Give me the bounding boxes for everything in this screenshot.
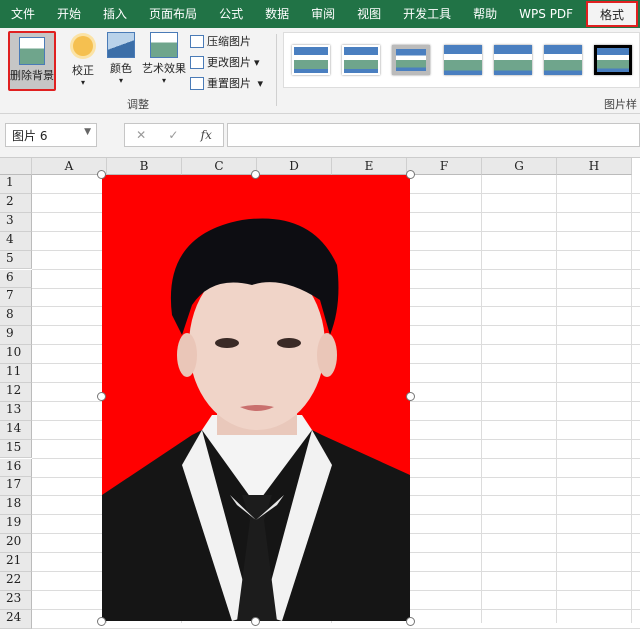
tab-9[interactable]: 帮助 — [462, 0, 508, 28]
formula-buttons: ✕ ✓ fx — [124, 123, 224, 147]
portrait-photo — [102, 175, 410, 621]
divider — [276, 34, 277, 106]
row-header-16[interactable]: 16 — [0, 458, 32, 478]
row-header-24[interactable]: 24 — [0, 609, 32, 629]
color-icon — [107, 32, 135, 58]
adjust-group-label: 调整 — [127, 98, 149, 111]
tab-7[interactable]: 视图 — [346, 0, 392, 28]
resize-handle[interactable] — [406, 392, 415, 401]
row-header-12[interactable]: 12 — [0, 382, 32, 402]
picture-style-5[interactable] — [494, 45, 532, 75]
remove-background-button[interactable]: 删除背景 — [8, 31, 56, 91]
artistic-effects-label: 艺术效果 — [142, 62, 186, 75]
tab-0[interactable]: 文件 — [0, 0, 46, 28]
artistic-effects-button[interactable]: 艺术效果 ▾ — [138, 32, 190, 85]
gridline — [556, 175, 557, 623]
sun-icon — [73, 36, 93, 56]
compress-icon — [190, 34, 204, 48]
remove-background-icon — [19, 37, 45, 65]
name-box[interactable]: 图片 6 ▼ — [5, 123, 97, 147]
reset-picture-icon — [190, 76, 204, 90]
change-label: 更改图片 — [207, 56, 251, 69]
tab-8[interactable]: 开发工具 — [392, 0, 462, 28]
resize-handle[interactable] — [406, 617, 415, 626]
gridline — [631, 175, 632, 623]
remove-background-label: 删除背景 — [10, 69, 54, 82]
formula-input[interactable] — [227, 123, 640, 147]
picture-styles-gallery — [283, 32, 640, 88]
row-header-3[interactable]: 3 — [0, 212, 32, 232]
row-header-10[interactable]: 10 — [0, 345, 32, 364]
row-header-7[interactable]: 7 — [0, 288, 32, 308]
row-header-4[interactable]: 4 — [0, 231, 32, 251]
gridline — [481, 175, 482, 623]
tab-10[interactable]: WPS PDF — [508, 0, 584, 28]
picture-style-2[interactable] — [342, 45, 380, 75]
tab-5[interactable]: 数据 — [254, 0, 300, 28]
ribbon-tabs: 文件 开始 插入 页面布局 公式 数据 审阅 视图 开发工具 帮助 WPS PDF 格式 — [0, 0, 640, 28]
tab-1[interactable]: 开始 — [46, 0, 92, 28]
row-header-19[interactable]: 19 — [0, 515, 32, 535]
resize-handle[interactable] — [97, 170, 106, 179]
resize-handle[interactable] — [251, 170, 260, 179]
column-header-E[interactable]: E — [332, 158, 407, 175]
row-header-8[interactable]: 8 — [0, 307, 32, 327]
tab-6[interactable]: 审阅 — [300, 0, 346, 28]
artistic-effects-icon — [150, 32, 178, 58]
resize-handle[interactable] — [251, 617, 260, 626]
tab-4[interactable]: 公式 — [208, 0, 254, 28]
column-header-B[interactable]: B — [107, 158, 182, 175]
column-header-A[interactable]: A — [32, 158, 107, 175]
picture-style-1[interactable] — [292, 45, 330, 75]
row-header-11[interactable]: 11 — [0, 364, 32, 383]
row-header-2[interactable]: 2 — [0, 193, 32, 213]
row-header-14[interactable]: 14 — [0, 420, 32, 440]
row-header-15[interactable]: 15 — [0, 439, 32, 459]
resize-handle[interactable] — [97, 392, 106, 401]
row-header-23[interactable]: 23 — [0, 590, 32, 610]
row-header-5[interactable]: 5 — [0, 250, 32, 270]
row-header-22[interactable]: 22 — [0, 571, 32, 591]
picture-style-6[interactable] — [544, 45, 582, 75]
correct-label: 校正 — [72, 64, 94, 77]
row-header-17[interactable]: 17 — [0, 477, 32, 497]
tab-2[interactable]: 插入 — [92, 0, 138, 28]
reset-picture-button[interactable]: 重置图片 ▾ — [190, 75, 263, 91]
row-header-18[interactable]: 18 — [0, 496, 32, 516]
column-header-G[interactable]: G — [482, 158, 557, 175]
formula-bar: 图片 6 ▼ ✕ ✓ fx — [0, 114, 640, 158]
color-label: 颜色 — [110, 62, 132, 75]
row-header-13[interactable]: 13 — [0, 401, 32, 421]
row-header-21[interactable]: 21 — [0, 553, 32, 572]
confirm-icon[interactable]: ✓ — [168, 128, 178, 142]
row-header-9[interactable]: 9 — [0, 326, 32, 346]
change-picture-button[interactable]: 更改图片 ▾ — [190, 54, 260, 70]
row-header-6[interactable]: 6 — [0, 269, 32, 289]
row-header-20[interactable]: 20 — [0, 534, 32, 553]
change-picture-icon — [190, 55, 204, 69]
picture-style-4[interactable] — [444, 45, 482, 75]
compress-pictures-button[interactable]: 压缩图片 — [190, 33, 251, 49]
tab-3[interactable]: 页面布局 — [138, 0, 208, 28]
cancel-icon[interactable]: ✕ — [136, 128, 146, 142]
tab-format[interactable]: 格式 — [585, 1, 638, 27]
compress-label: 压缩图片 — [207, 35, 251, 48]
resize-handle[interactable] — [406, 170, 415, 179]
column-header-C[interactable]: C — [182, 158, 257, 175]
picture-style-3[interactable] — [392, 45, 430, 75]
name-box-value: 图片 6 — [12, 129, 48, 143]
ribbon: 删除背景 校正 ▾ 颜色 ▾ 艺术效果 ▾ 压缩图片 更改图片 ▾ 重置图片 ▾ 调整… — [0, 28, 640, 127]
reset-label: 重置图片 — [207, 77, 251, 90]
selected-picture[interactable] — [97, 170, 415, 626]
row-header-1[interactable]: 1 — [0, 175, 32, 194]
resize-handle[interactable] — [97, 617, 106, 626]
picture-style-7[interactable] — [594, 45, 632, 75]
column-header-D[interactable]: D — [257, 158, 332, 175]
select-all-button[interactable] — [0, 158, 32, 175]
column-header-H[interactable]: H — [557, 158, 632, 175]
column-header-F[interactable]: F — [407, 158, 482, 175]
fx-icon[interactable]: fx — [201, 128, 212, 142]
